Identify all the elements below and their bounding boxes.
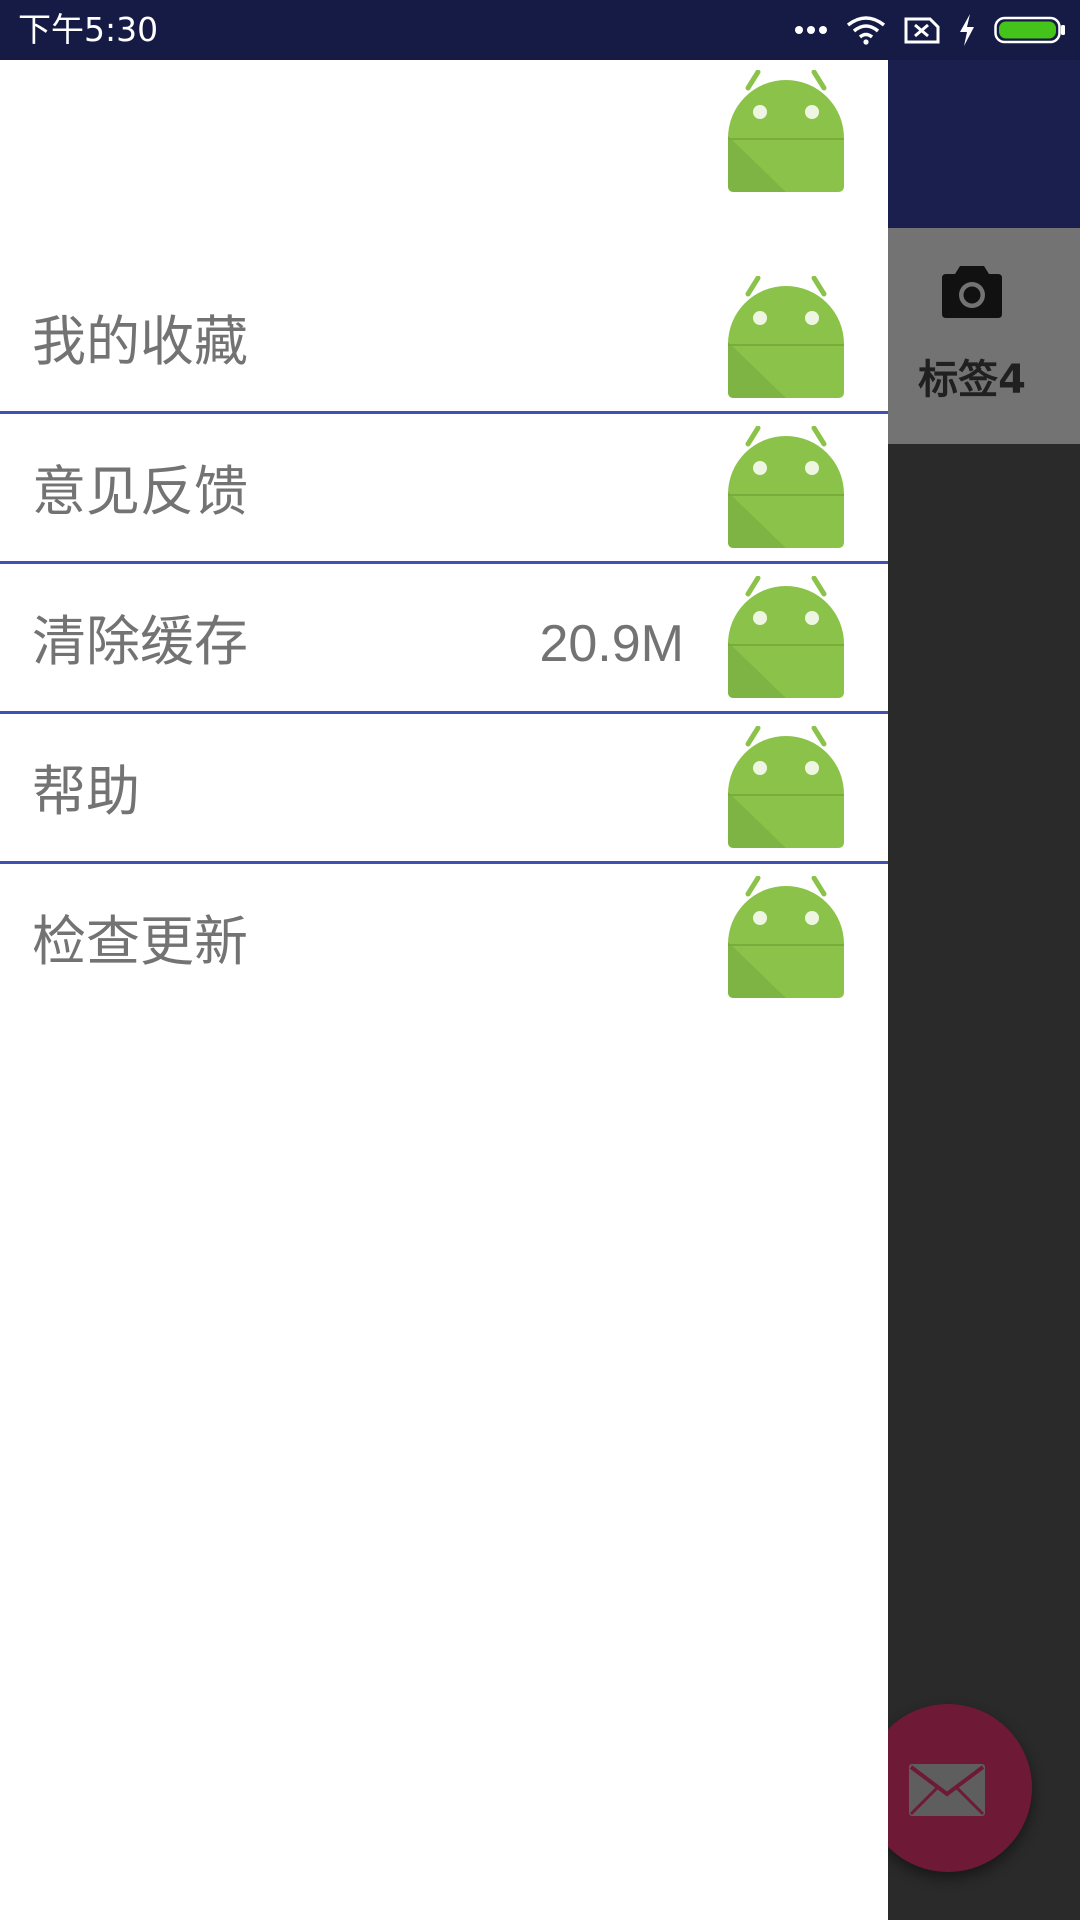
status-time: 下午5:30 [18, 10, 159, 49]
wifi-icon [846, 16, 886, 45]
android-icon [724, 876, 848, 1000]
mail-fab-button[interactable] [864, 1704, 1032, 1872]
tab-4[interactable]: 标签4 [890, 228, 1054, 444]
android-icon [724, 70, 848, 194]
status-bar: 下午5:30 [0, 0, 1080, 60]
menu-item-favorites[interactable]: 我的收藏 [0, 264, 888, 414]
android-icon [724, 726, 848, 850]
menu-item-label: 意见反馈 [32, 460, 248, 523]
navigation-drawer: 我的收藏 意见反馈 清除缓存 20.9M 帮助 检查更新 [0, 60, 888, 1920]
menu-item-help[interactable]: 帮助 [0, 714, 888, 864]
mail-icon [909, 1764, 985, 1816]
menu-item-label: 帮助 [32, 760, 140, 823]
camera-icon [942, 266, 1002, 318]
menu-item-clear-cache[interactable]: 清除缓存 20.9M [0, 564, 888, 714]
menu-item-label: 检查更新 [32, 910, 248, 973]
cache-size-value: 20.9M [539, 615, 684, 673]
sim-blocked-icon [904, 17, 940, 44]
drawer-header [0, 60, 888, 240]
more-dots-icon [795, 26, 827, 34]
android-icon [724, 576, 848, 700]
tab-label: 标签4 [918, 357, 1026, 403]
drawer-menu-list: 我的收藏 意见反馈 清除缓存 20.9M 帮助 检查更新 [0, 264, 888, 1011]
charging-bolt-icon [960, 14, 974, 46]
menu-item-label: 清除缓存 [32, 610, 248, 673]
menu-item-feedback[interactable]: 意见反馈 [0, 414, 888, 564]
android-icon [724, 276, 848, 400]
battery-icon [994, 16, 1065, 44]
menu-item-check-update[interactable]: 检查更新 [0, 864, 888, 1011]
android-icon [724, 426, 848, 550]
status-icons [776, 12, 1066, 48]
menu-item-label: 我的收藏 [32, 310, 248, 373]
